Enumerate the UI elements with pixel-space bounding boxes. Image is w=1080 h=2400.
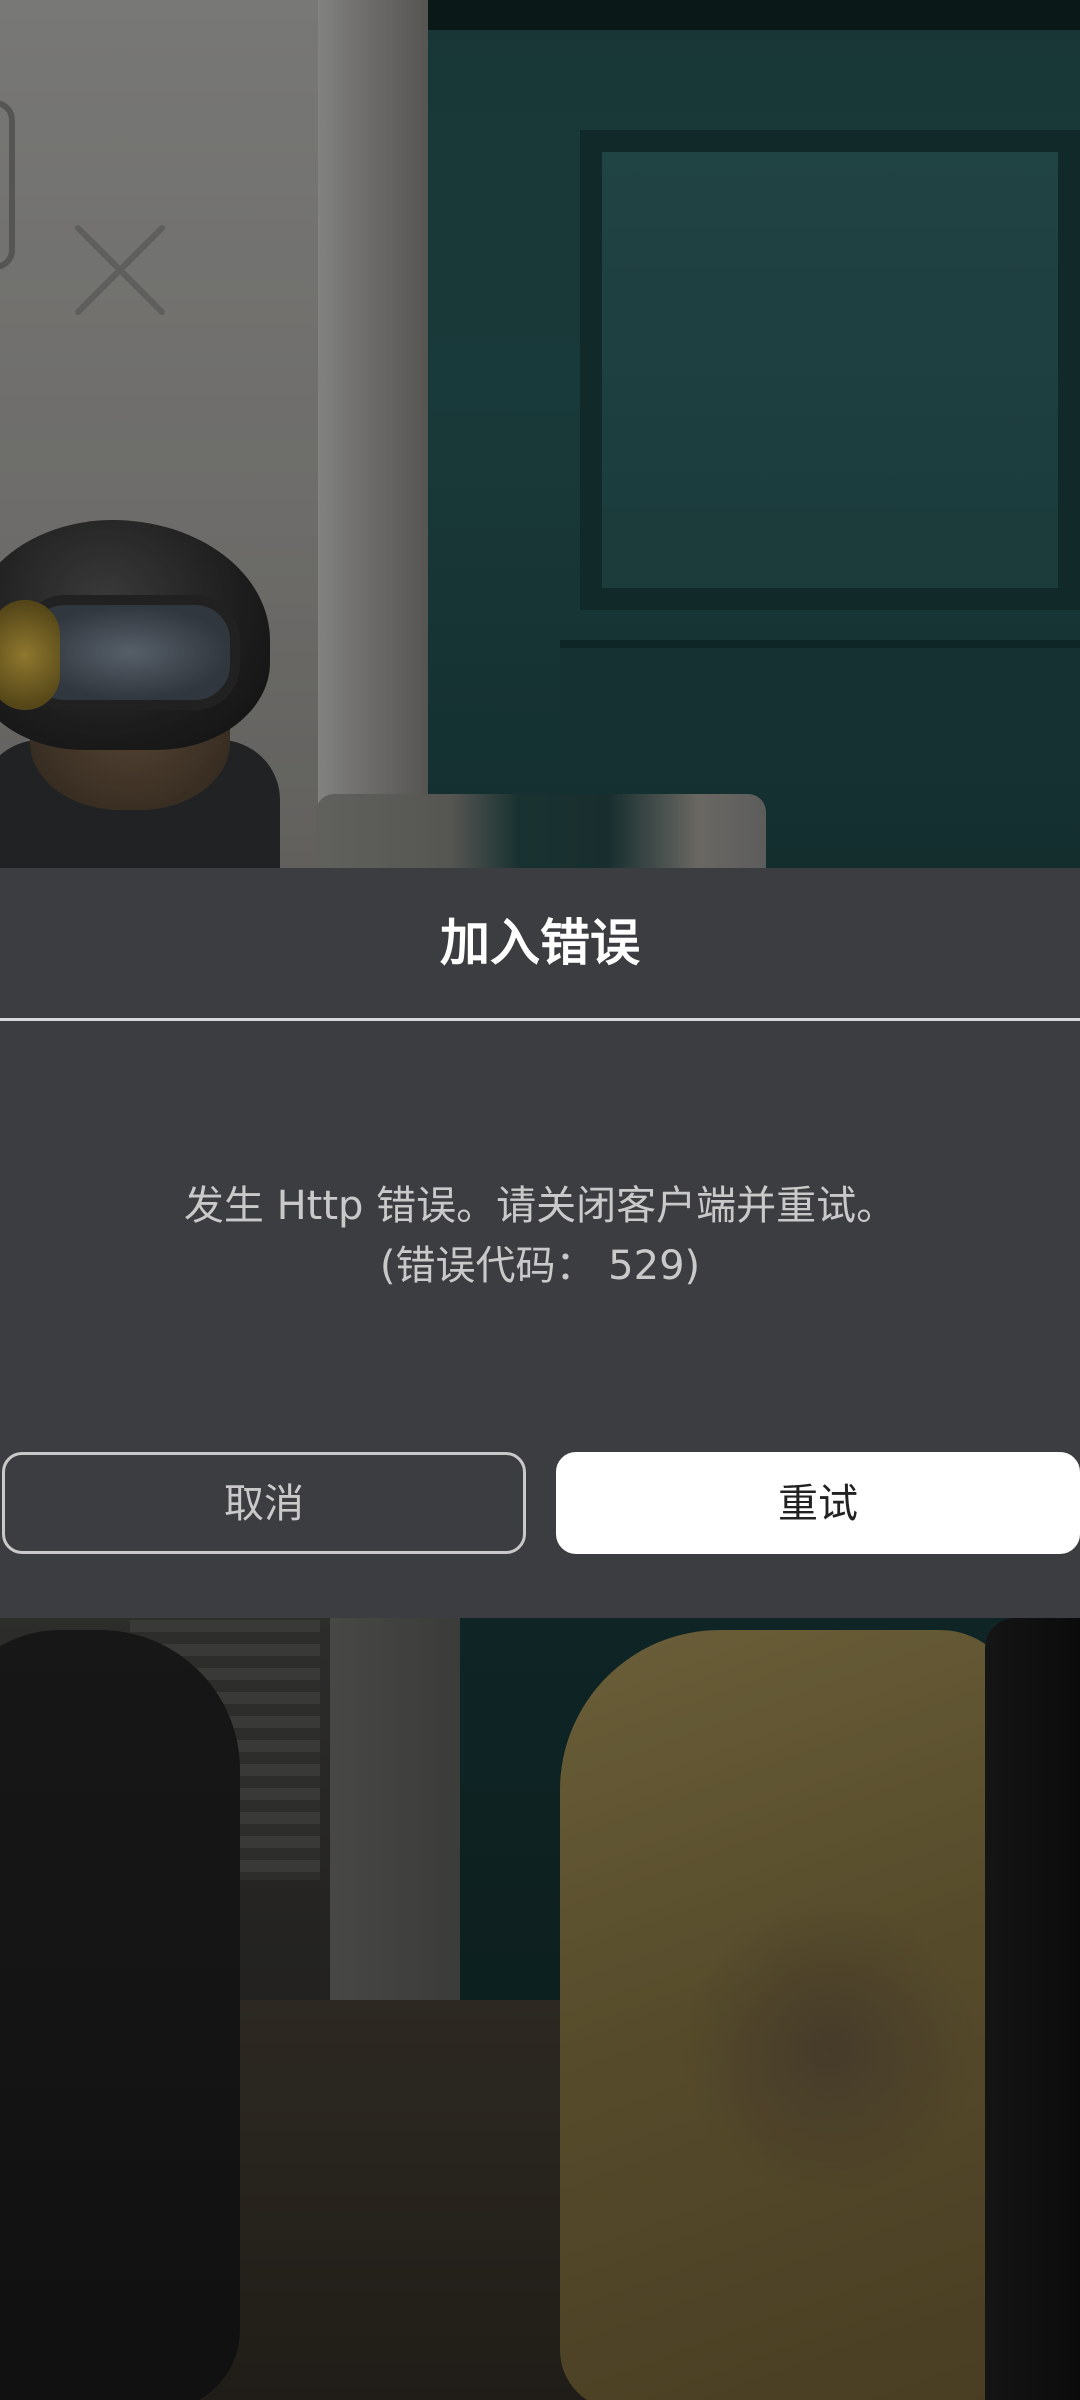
error-code-text: (错误代码： 529)	[379, 1243, 701, 1289]
retry-button[interactable]: 重试	[556, 1452, 1080, 1554]
close-icon[interactable]	[72, 222, 168, 318]
dialog-divider	[0, 1018, 1080, 1021]
error-dialog: 加入错误 发生 Http 错误。请关闭客户端并重试。 (错误代码： 529) 取…	[0, 868, 1080, 1618]
dialog-message: 发生 Http 错误。请关闭客户端并重试。 (错误代码： 529)	[0, 1176, 1080, 1296]
error-message-text: 发生 Http 错误。请关闭客户端并重试。	[183, 1183, 897, 1229]
cancel-button[interactable]: 取消	[2, 1452, 526, 1554]
screen: 加入错误 发生 Http 错误。请关闭客户端并重试。 (错误代码： 529) 取…	[0, 0, 1080, 2400]
dialog-title: 加入错误	[440, 914, 640, 972]
